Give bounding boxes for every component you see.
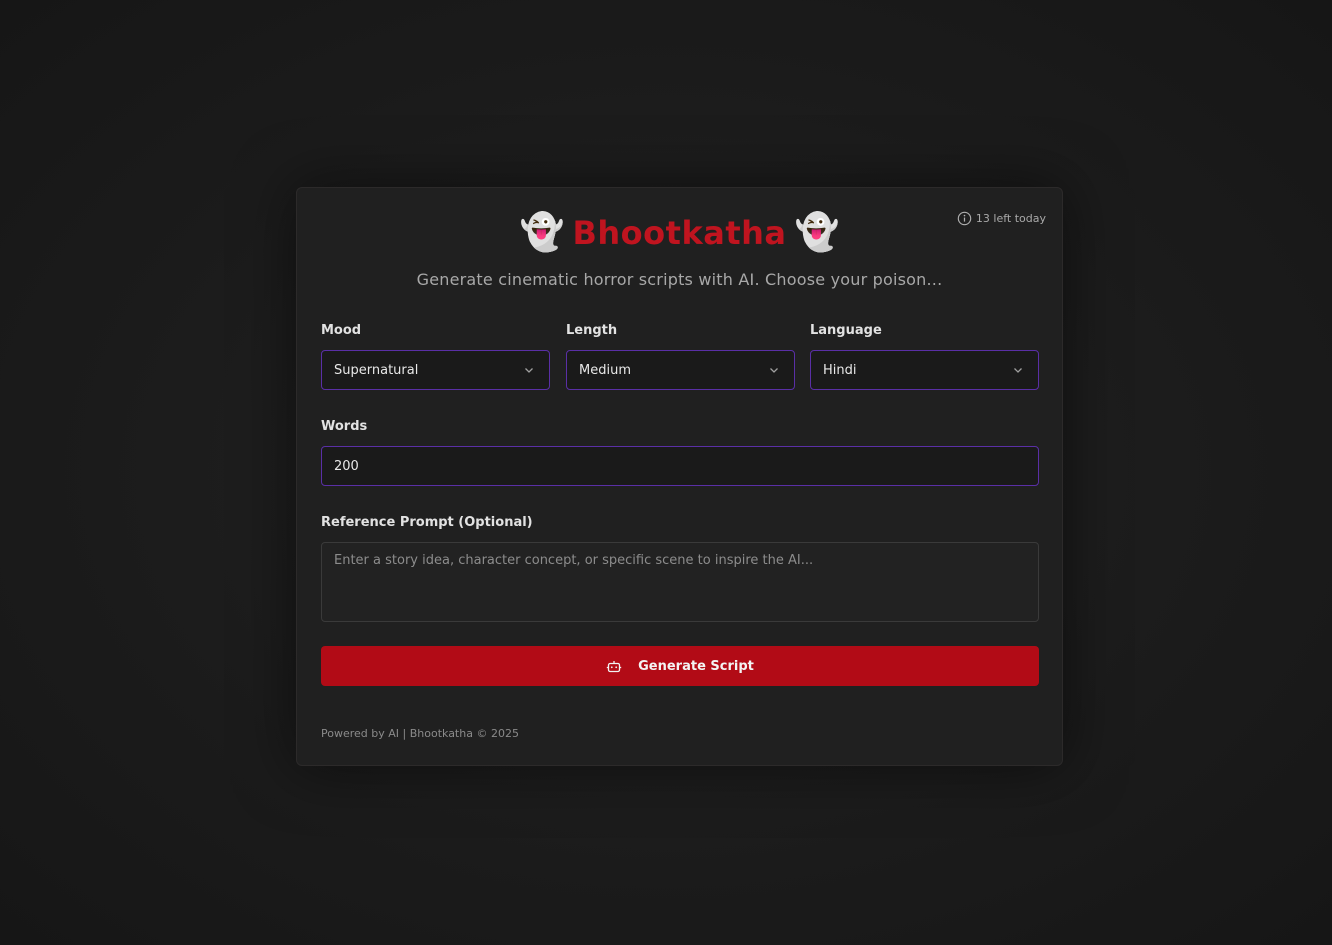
robot-icon — [606, 658, 622, 674]
ghost-icon-left: 👻 — [519, 212, 565, 253]
generator-card: 13 left today 👻 Bhootkatha 👻 Generate ci… — [296, 187, 1063, 766]
length-value: Medium — [579, 362, 631, 378]
reference-prompt-textarea[interactable] — [321, 542, 1039, 622]
language-label: Language — [810, 323, 882, 338]
app-subtitle: Generate cinematic horror scripts with A… — [416, 270, 943, 289]
mood-value: Supernatural — [334, 362, 419, 378]
footer-text: Powered by AI | Bhootkatha © 2025 — [321, 727, 519, 740]
words-label: Words — [321, 419, 368, 434]
length-label: Length — [566, 323, 618, 338]
app-title: Bhootkatha — [572, 214, 787, 252]
chevron-down-icon — [1012, 364, 1024, 376]
reference-prompt-label: Reference Prompt (Optional) — [321, 515, 533, 530]
title-row: 👻 Bhootkatha 👻 — [297, 210, 1062, 256]
language-value: Hindi — [823, 362, 857, 378]
generate-script-label: Generate Script — [638, 658, 754, 674]
chevron-down-icon — [768, 364, 780, 376]
mood-select[interactable]: Supernatural — [321, 350, 550, 390]
length-select[interactable]: Medium — [566, 350, 795, 390]
mood-label: Mood — [321, 323, 362, 338]
language-select[interactable]: Hindi — [810, 350, 1039, 390]
ghost-icon-right: 👻 — [794, 212, 840, 253]
generate-script-button[interactable]: Generate Script — [321, 646, 1039, 686]
chevron-down-icon — [523, 364, 535, 376]
words-input[interactable] — [321, 446, 1039, 486]
